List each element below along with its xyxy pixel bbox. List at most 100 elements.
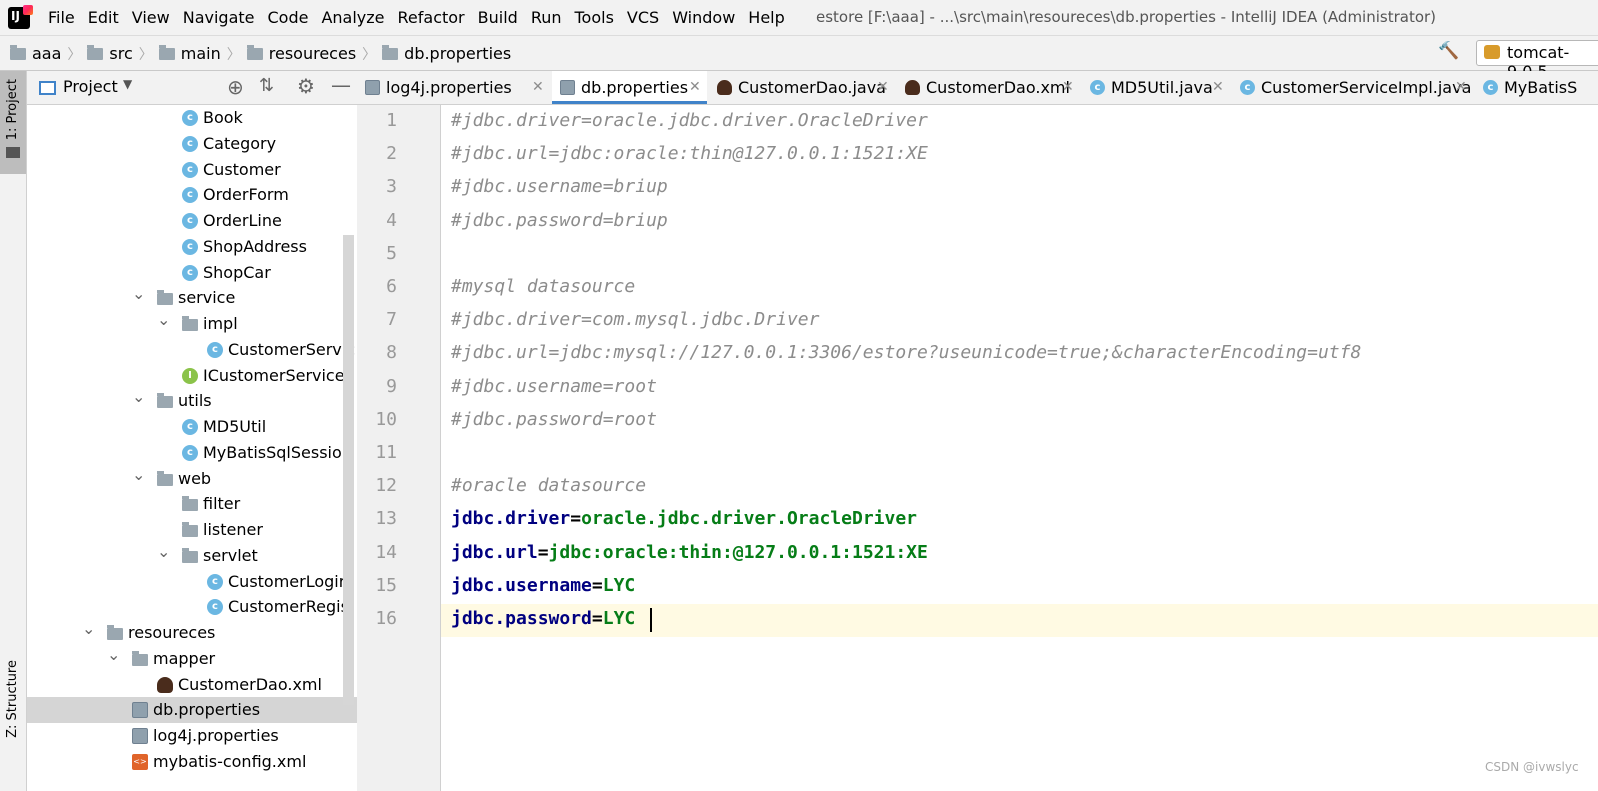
- breadcrumb-label: aaa: [32, 44, 62, 63]
- locate-target-icon[interactable]: ⊕: [227, 75, 244, 99]
- editor-tab[interactable]: db.properties ✕: [552, 71, 707, 104]
- gear-icon[interactable]: ⚙: [297, 74, 315, 98]
- tree-item[interactable]: ⌄ servlet: [27, 542, 362, 569]
- chevron-down-icon[interactable]: ⌄: [82, 616, 95, 642]
- close-tab-icon[interactable]: ✕: [877, 71, 889, 104]
- menu-help[interactable]: Help: [748, 8, 784, 27]
- property-value: LYC: [602, 608, 636, 629]
- chevron-down-icon[interactable]: ⌄: [107, 642, 120, 668]
- menu-window[interactable]: Window: [672, 8, 735, 27]
- tree-item[interactable]: c MyBatisSqlSession: [27, 440, 362, 466]
- code-editor[interactable]: #jdbc.driver=oracle.jdbc.driver.OracleDr…: [441, 105, 1598, 791]
- breadcrumb-item[interactable]: db.properties: [382, 44, 511, 63]
- code-line: #oracle datasource: [451, 475, 646, 496]
- menu-vcs[interactable]: VCS: [627, 8, 659, 27]
- tree-item[interactable]: c Category: [27, 131, 362, 157]
- structure-tool-window-button[interactable]: Z: Structure: [0, 660, 26, 755]
- menu-edit[interactable]: Edit: [88, 8, 119, 27]
- tree-item[interactable]: c OrderLine: [27, 208, 362, 234]
- tree-item-label: servlet: [203, 545, 258, 565]
- breadcrumb-item[interactable]: main 〉: [158, 44, 241, 64]
- tree-item[interactable]: c OrderForm: [27, 182, 362, 208]
- editor-tab[interactable]: CustomerDao.xml ✕: [897, 71, 1080, 104]
- tree-item[interactable]: filter: [27, 491, 362, 517]
- tree-item[interactable]: <> mybatis-config.xml: [27, 749, 362, 775]
- collapse-all-icon[interactable]: ⇅: [259, 75, 274, 96]
- tree-item[interactable]: I ICustomerService: [27, 363, 362, 389]
- class-icon: c: [182, 213, 198, 229]
- breadcrumb-item[interactable]: aaa 〉: [10, 44, 81, 64]
- tree-item[interactable]: c CustomerRegis: [27, 594, 362, 620]
- chevron-down-icon[interactable]: ⌄: [132, 462, 145, 488]
- minimize-icon[interactable]: —: [331, 73, 351, 97]
- menu-run[interactable]: Run: [531, 8, 562, 27]
- code-line: #jdbc.password=root: [451, 409, 657, 430]
- tree-item[interactable]: log4j.properties: [27, 723, 362, 749]
- editor-tab[interactable]: c MD5Util.java ✕: [1082, 71, 1230, 104]
- property-value: LYC: [602, 574, 636, 596]
- chevron-down-icon[interactable]: ⌄: [157, 307, 170, 333]
- comment-text: #jdbc.driver=oracle.jdbc.driver.OracleDr…: [451, 110, 928, 131]
- chevron-down-icon[interactable]: ⌄: [132, 384, 145, 410]
- folder-icon: [182, 316, 198, 331]
- editor-tab[interactable]: c MyBatisS: [1475, 71, 1598, 104]
- menu-navigate[interactable]: Navigate: [183, 8, 255, 27]
- breadcrumb-item[interactable]: src 〉: [87, 44, 153, 64]
- editor-tab-bar: log4j.properties ✕ db.properties ✕ CustomerD…: [357, 71, 1598, 105]
- line-number: 3: [386, 176, 397, 198]
- close-tab-icon[interactable]: ✕: [1212, 71, 1224, 104]
- tree-item[interactable]: ⌄ impl: [27, 310, 362, 337]
- property-value: jdbc:oracle:thin:@127.0.0.1:1521:XE: [548, 541, 928, 563]
- tree-item[interactable]: CustomerDao.xml: [27, 672, 362, 698]
- menu-refactor[interactable]: Refactor: [398, 8, 465, 27]
- chevron-down-icon[interactable]: ⌄: [157, 539, 170, 565]
- tree-item-label: CustomerRegis: [228, 597, 349, 617]
- tree-item[interactable]: ⌄ service: [27, 284, 362, 311]
- tree-item[interactable]: c MD5Util: [27, 414, 362, 440]
- tree-item[interactable]: c CustomerLogir: [27, 569, 362, 595]
- tree-item[interactable]: db.properties: [27, 697, 362, 724]
- tomcat-icon: [1484, 45, 1500, 59]
- close-tab-icon[interactable]: ✕: [689, 71, 701, 104]
- tree-item[interactable]: c ShopAddress: [27, 234, 362, 260]
- comment-text: #mysql datasource: [451, 276, 636, 297]
- project-panel-title[interactable]: Project: [63, 77, 118, 96]
- project-tool-window-button[interactable]: 1: Project: [0, 71, 26, 174]
- comment-text: #jdbc.url=jdbc:oracle:thin@127.0.0.1:152…: [451, 143, 928, 165]
- tree-scrollbar[interactable]: [343, 235, 354, 705]
- editor-tab-label: CustomerDao.xml: [926, 78, 1070, 97]
- editor-tab[interactable]: CustomerDao.java ✕: [709, 71, 895, 104]
- run-configuration-selector[interactable]: tomcat-9.0.5: [1476, 40, 1598, 81]
- menu-build[interactable]: Build: [478, 8, 518, 27]
- breadcrumb-separator: 〉: [67, 46, 82, 63]
- editor-tab[interactable]: log4j.properties ✕: [357, 71, 550, 104]
- close-tab-icon[interactable]: ✕: [532, 71, 544, 104]
- breadcrumb-item[interactable]: resoureces 〉: [246, 44, 376, 64]
- chevron-down-icon[interactable]: ▼: [123, 77, 132, 91]
- menu-view[interactable]: View: [132, 8, 170, 27]
- folder-icon: [6, 147, 20, 158]
- tree-item[interactable]: listener: [27, 517, 362, 543]
- tree-item[interactable]: c Customer: [27, 157, 362, 183]
- tree-item-label: OrderLine: [203, 211, 282, 230]
- menu-tools[interactable]: Tools: [575, 8, 614, 27]
- comment-text: #jdbc.username=root: [451, 375, 657, 397]
- line-number: 8: [386, 342, 397, 364]
- tree-item[interactable]: c CustomerServic: [27, 337, 362, 363]
- menu-file[interactable]: File: [48, 8, 75, 27]
- tree-item[interactable]: ⌄ resoureces: [27, 619, 362, 646]
- menu-analyze[interactable]: Analyze: [321, 8, 384, 27]
- tree-item[interactable]: ⌄ mapper: [27, 645, 362, 672]
- menu-code[interactable]: Code: [268, 8, 309, 27]
- build-hammer-icon[interactable]: 🔨: [1438, 41, 1459, 61]
- tree-item-label: ICustomerService: [203, 365, 345, 385]
- comment-text: #jdbc.url=jdbc:mysql://127.0.0.1:3306/es…: [451, 342, 1362, 364]
- tree-item[interactable]: ⌄ web: [27, 465, 362, 492]
- close-tab-icon[interactable]: ✕: [1455, 71, 1467, 104]
- chevron-down-icon[interactable]: ⌄: [132, 281, 145, 307]
- tree-item[interactable]: c Book: [27, 105, 362, 131]
- tree-item[interactable]: ⌄ utils: [27, 387, 362, 414]
- editor-tab[interactable]: c CustomerServiceImpl.java ✕: [1232, 71, 1473, 104]
- close-tab-icon[interactable]: ✕: [1062, 71, 1074, 104]
- tree-item[interactable]: c ShopCar: [27, 260, 362, 286]
